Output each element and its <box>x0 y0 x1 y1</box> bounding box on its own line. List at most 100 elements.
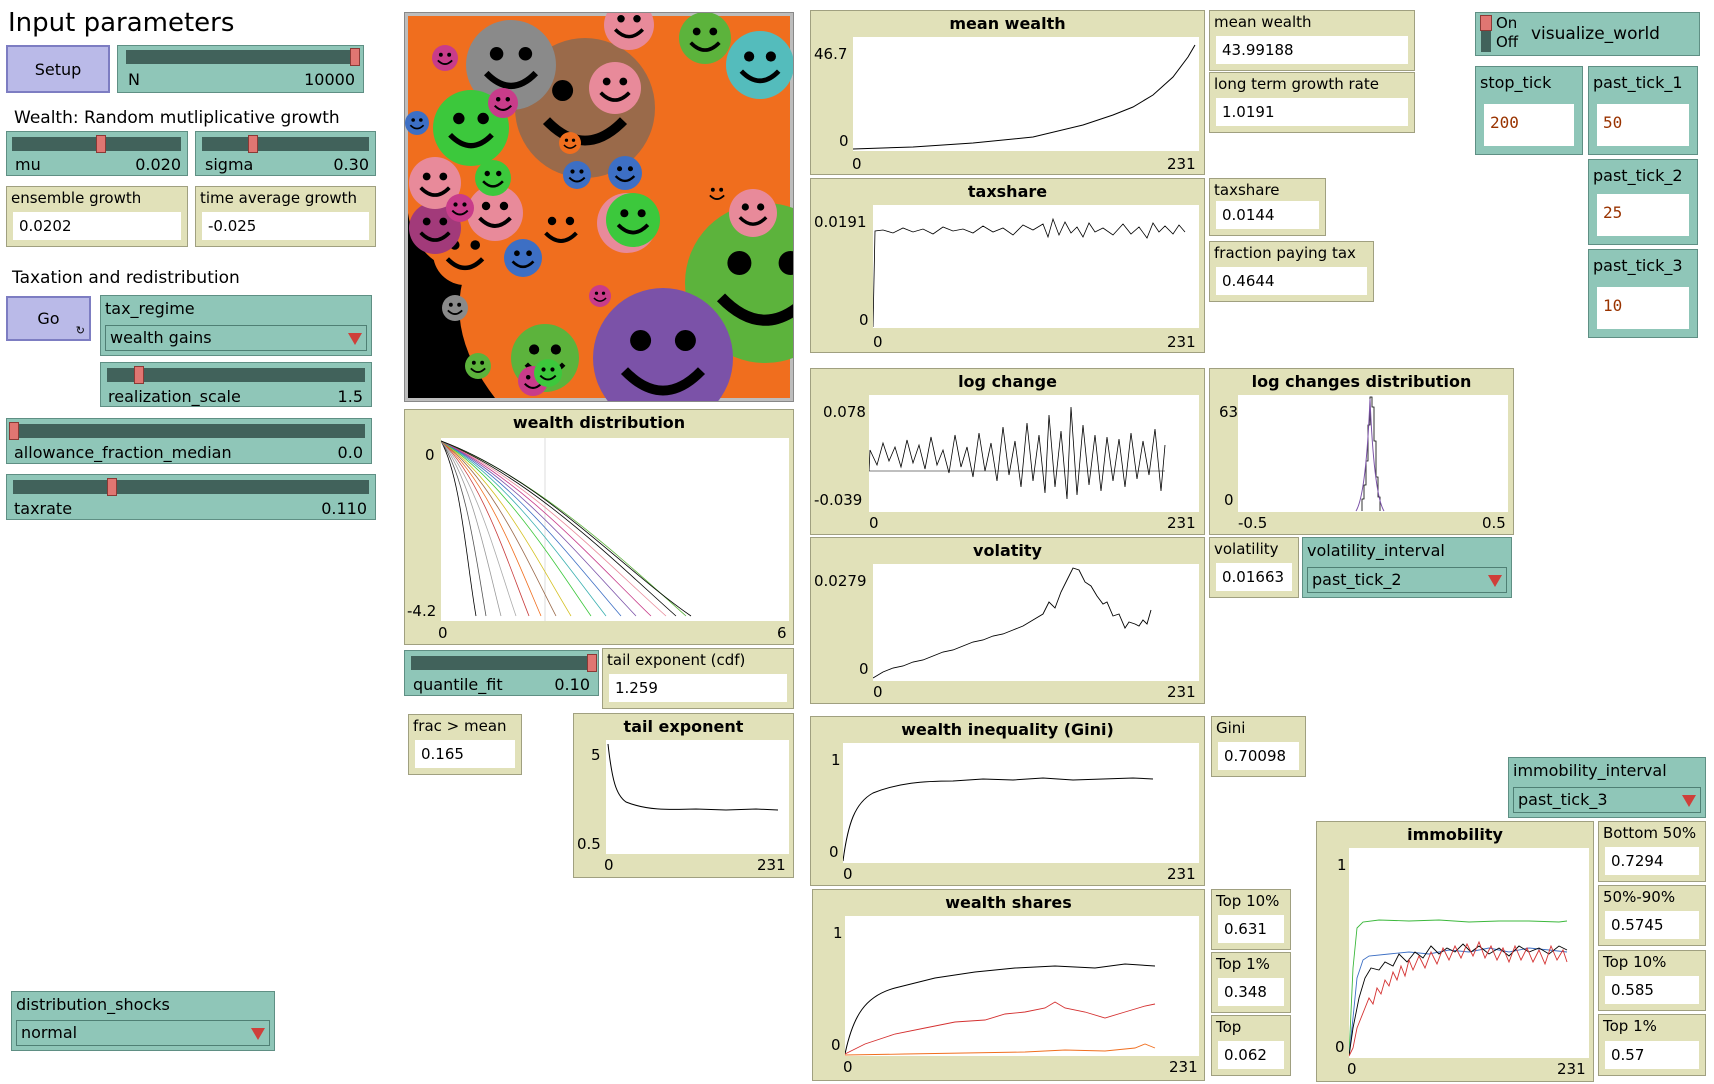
slider-track <box>107 368 365 382</box>
switch-off-label: Off <box>1496 33 1519 51</box>
slider-value: 0.020 <box>135 155 181 174</box>
slider-track <box>11 424 365 438</box>
monitor-value: 0.348 <box>1218 978 1284 1006</box>
past-tick-2-input[interactable]: past_tick_2 25 <box>1588 159 1698 245</box>
chooser-select[interactable]: normal <box>16 1020 270 1046</box>
slider-track <box>13 480 369 494</box>
monitor-label: fraction paying tax <box>1214 244 1356 262</box>
world-view[interactable] <box>404 12 794 402</box>
plot-title: wealth distribution <box>512 413 686 432</box>
slider-label: realization_scale <box>108 387 241 406</box>
x-max-label: 231 <box>1167 865 1196 883</box>
distribution-shocks-chooser[interactable]: distribution_shocks normal <box>11 991 275 1051</box>
y-min-label: 0 <box>831 1036 841 1054</box>
x-max-label: 231 <box>1167 155 1196 173</box>
monitor-label: Top 10% <box>1603 953 1667 971</box>
monitor-label: mean wealth <box>1214 13 1312 31</box>
monitor-value: 0.585 <box>1605 976 1699 1004</box>
x-max-label: 231 <box>1557 1060 1586 1078</box>
input-value[interactable]: 10 <box>1597 287 1689 329</box>
x-min-label: 0 <box>873 333 883 351</box>
mu-slider[interactable]: mu 0.020 <box>6 131 188 176</box>
slider-knob[interactable] <box>134 366 144 384</box>
ensemble-growth-monitor: ensemble growth 0.0202 <box>6 186 188 247</box>
y-min-label: 0 <box>829 843 839 861</box>
taxrate-slider[interactable]: taxrate 0.110 <box>6 474 376 520</box>
slider-knob[interactable] <box>350 48 360 66</box>
slider-label: sigma <box>205 155 254 174</box>
immobility-interval-chooser[interactable]: immobility_interval past_tick_3 <box>1508 757 1706 818</box>
y-max-label: 0.0191 <box>814 213 867 231</box>
input-value[interactable]: 200 <box>1484 104 1574 146</box>
x-max-label: 231 <box>757 856 786 874</box>
stop-tick-input[interactable]: stop_tick 200 <box>1475 66 1583 155</box>
top-10-monitor: Top 10% 0.631 <box>1211 889 1291 950</box>
x-max-label: 6 <box>777 624 787 642</box>
log-change-plot: log change 0.078 -0.039 0 231 <box>810 368 1205 535</box>
top-1-monitor: Top 1% 0.348 <box>1211 952 1291 1013</box>
plot-title: log change <box>958 372 1057 391</box>
y-min-label: 0 <box>1335 1038 1345 1056</box>
visualize-world-switch[interactable]: On Off visualize_world <box>1475 12 1700 56</box>
setup-button[interactable]: Setup <box>6 45 110 93</box>
chooser-select[interactable]: wealth gains <box>105 325 367 351</box>
slider-label: taxrate <box>14 499 73 518</box>
slider-track <box>411 656 592 670</box>
y-min-label: 0 <box>1224 491 1234 509</box>
forever-icon: ↻ <box>75 324 85 337</box>
input-value[interactable]: 25 <box>1597 194 1689 236</box>
volatility-interval-chooser[interactable]: volatility_interval past_tick_2 <box>1302 537 1512 598</box>
tax-regime-chooser[interactable]: tax_regime wealth gains <box>100 295 372 356</box>
slider-knob[interactable] <box>107 478 117 496</box>
plot-title: volatity <box>973 541 1042 560</box>
chooser-select[interactable]: past_tick_3 <box>1513 787 1701 813</box>
past-tick-3-input[interactable]: past_tick_3 10 <box>1588 249 1698 338</box>
section-label-wealth: Wealth: Random mutliplicative growth <box>14 108 340 128</box>
y-max-label: 1 <box>1337 856 1347 874</box>
n-slider[interactable]: N 10000 <box>117 45 364 93</box>
slider-knob[interactable] <box>9 422 19 440</box>
quantile-fit-slider[interactable]: quantile_fit 0.10 <box>404 650 599 696</box>
taxshare-monitor: taxshare 0.0144 <box>1209 178 1326 236</box>
plot-title: wealth shares <box>945 893 1072 912</box>
chooser-value: past_tick_2 <box>1312 570 1402 589</box>
monitor-value: 0.4644 <box>1216 267 1367 295</box>
allowance-fraction-median-slider[interactable]: allowance_fraction_median 0.0 <box>6 418 372 464</box>
x-min-label: 0 <box>438 624 448 642</box>
go-label: Go <box>37 309 60 328</box>
x-min-label: 0 <box>852 155 862 173</box>
monitor-label: tail exponent (cdf) <box>607 651 746 669</box>
volatility-monitor: volatility 0.01663 <box>1209 537 1299 598</box>
realization-scale-slider[interactable]: realization_scale 1.5 <box>100 362 372 407</box>
slider-value: 0.110 <box>321 499 367 518</box>
plot-title: tail exponent <box>623 717 744 736</box>
monitor-label: Bottom 50% <box>1603 824 1697 842</box>
input-value[interactable]: 50 <box>1597 104 1689 146</box>
monitor-label: volatility <box>1214 540 1279 558</box>
wealth-distribution-plot: wealth distribution 0 -4.2 0 6 <box>404 409 794 645</box>
y-max-label: 46.7 <box>814 45 848 63</box>
chooser-label: immobility_interval <box>1513 761 1667 780</box>
sigma-slider[interactable]: sigma 0.30 <box>195 131 376 176</box>
chooser-select[interactable]: past_tick_2 <box>1307 567 1507 593</box>
volatility-line <box>873 567 1152 679</box>
slider-knob[interactable] <box>248 135 258 153</box>
monitor-label: Top 10% <box>1216 892 1280 910</box>
slider-knob[interactable] <box>587 654 597 672</box>
input-label: past_tick_1 <box>1593 73 1683 92</box>
input-label: past_tick_2 <box>1593 166 1683 185</box>
slider-knob[interactable] <box>96 135 106 153</box>
y-max-label: 0.078 <box>823 403 866 421</box>
slider-value: 0.10 <box>554 675 590 694</box>
dropdown-arrow-icon <box>1488 575 1502 587</box>
slider-value: 1.5 <box>337 387 363 406</box>
x-min-label: 0 <box>1347 1060 1357 1078</box>
past-tick-1-input[interactable]: past_tick_1 50 <box>1588 66 1698 155</box>
monitor-value: 1.0191 <box>1216 98 1408 126</box>
section-label-tax: Taxation and redistribution <box>12 268 240 288</box>
monitor-value: 1.259 <box>609 674 787 702</box>
plot-area <box>606 740 789 854</box>
x-max-label: 231 <box>1169 1058 1198 1076</box>
go-button[interactable]: Go ↻ <box>6 296 91 341</box>
switch-knob[interactable] <box>1480 15 1492 31</box>
